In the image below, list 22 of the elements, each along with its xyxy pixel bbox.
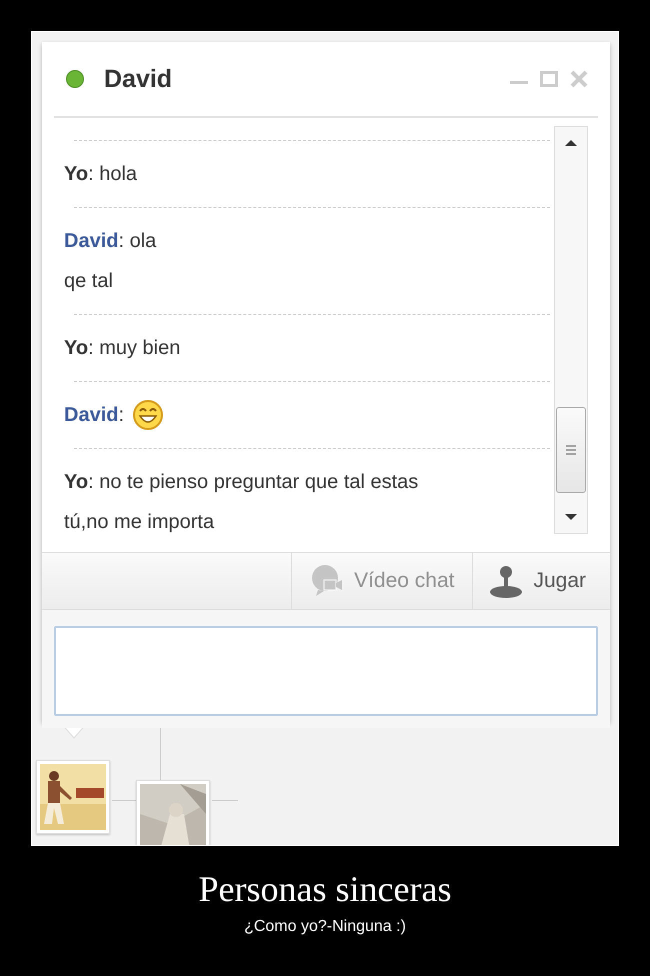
up-arrow-icon[interactable]: [563, 137, 579, 149]
scrollbar[interactable]: [554, 126, 588, 534]
poster-title: Personas sinceras: [198, 868, 452, 910]
scroll-thumb[interactable]: [556, 407, 586, 493]
photo-thumbnail[interactable]: [36, 760, 110, 834]
message-input[interactable]: [54, 626, 598, 716]
game-button[interactable]: Jugar: [473, 553, 610, 609]
poster-subtitle: ¿Como yo?-Ninguna :): [243, 918, 407, 936]
message-text: Yo: no te pienso preguntar que tal estas: [64, 470, 418, 495]
message-text: David: ola: [64, 229, 156, 254]
joystick-icon: [489, 564, 524, 598]
contact-name: David: [104, 64, 174, 94]
message-text: qe tal: [64, 269, 113, 294]
down-arrow-icon[interactable]: [563, 511, 579, 523]
message-text: tú,no me importa: [64, 510, 214, 535]
message-text: Yo: hola: [64, 162, 138, 187]
photo-thumbnail[interactable]: [136, 780, 210, 845]
maximize-icon[interactable]: [540, 71, 558, 87]
video-camera-icon: [310, 564, 344, 598]
message-text: Yo: muy bien: [64, 336, 180, 361]
close-icon[interactable]: [570, 70, 588, 88]
message-text: David:: [64, 403, 124, 428]
